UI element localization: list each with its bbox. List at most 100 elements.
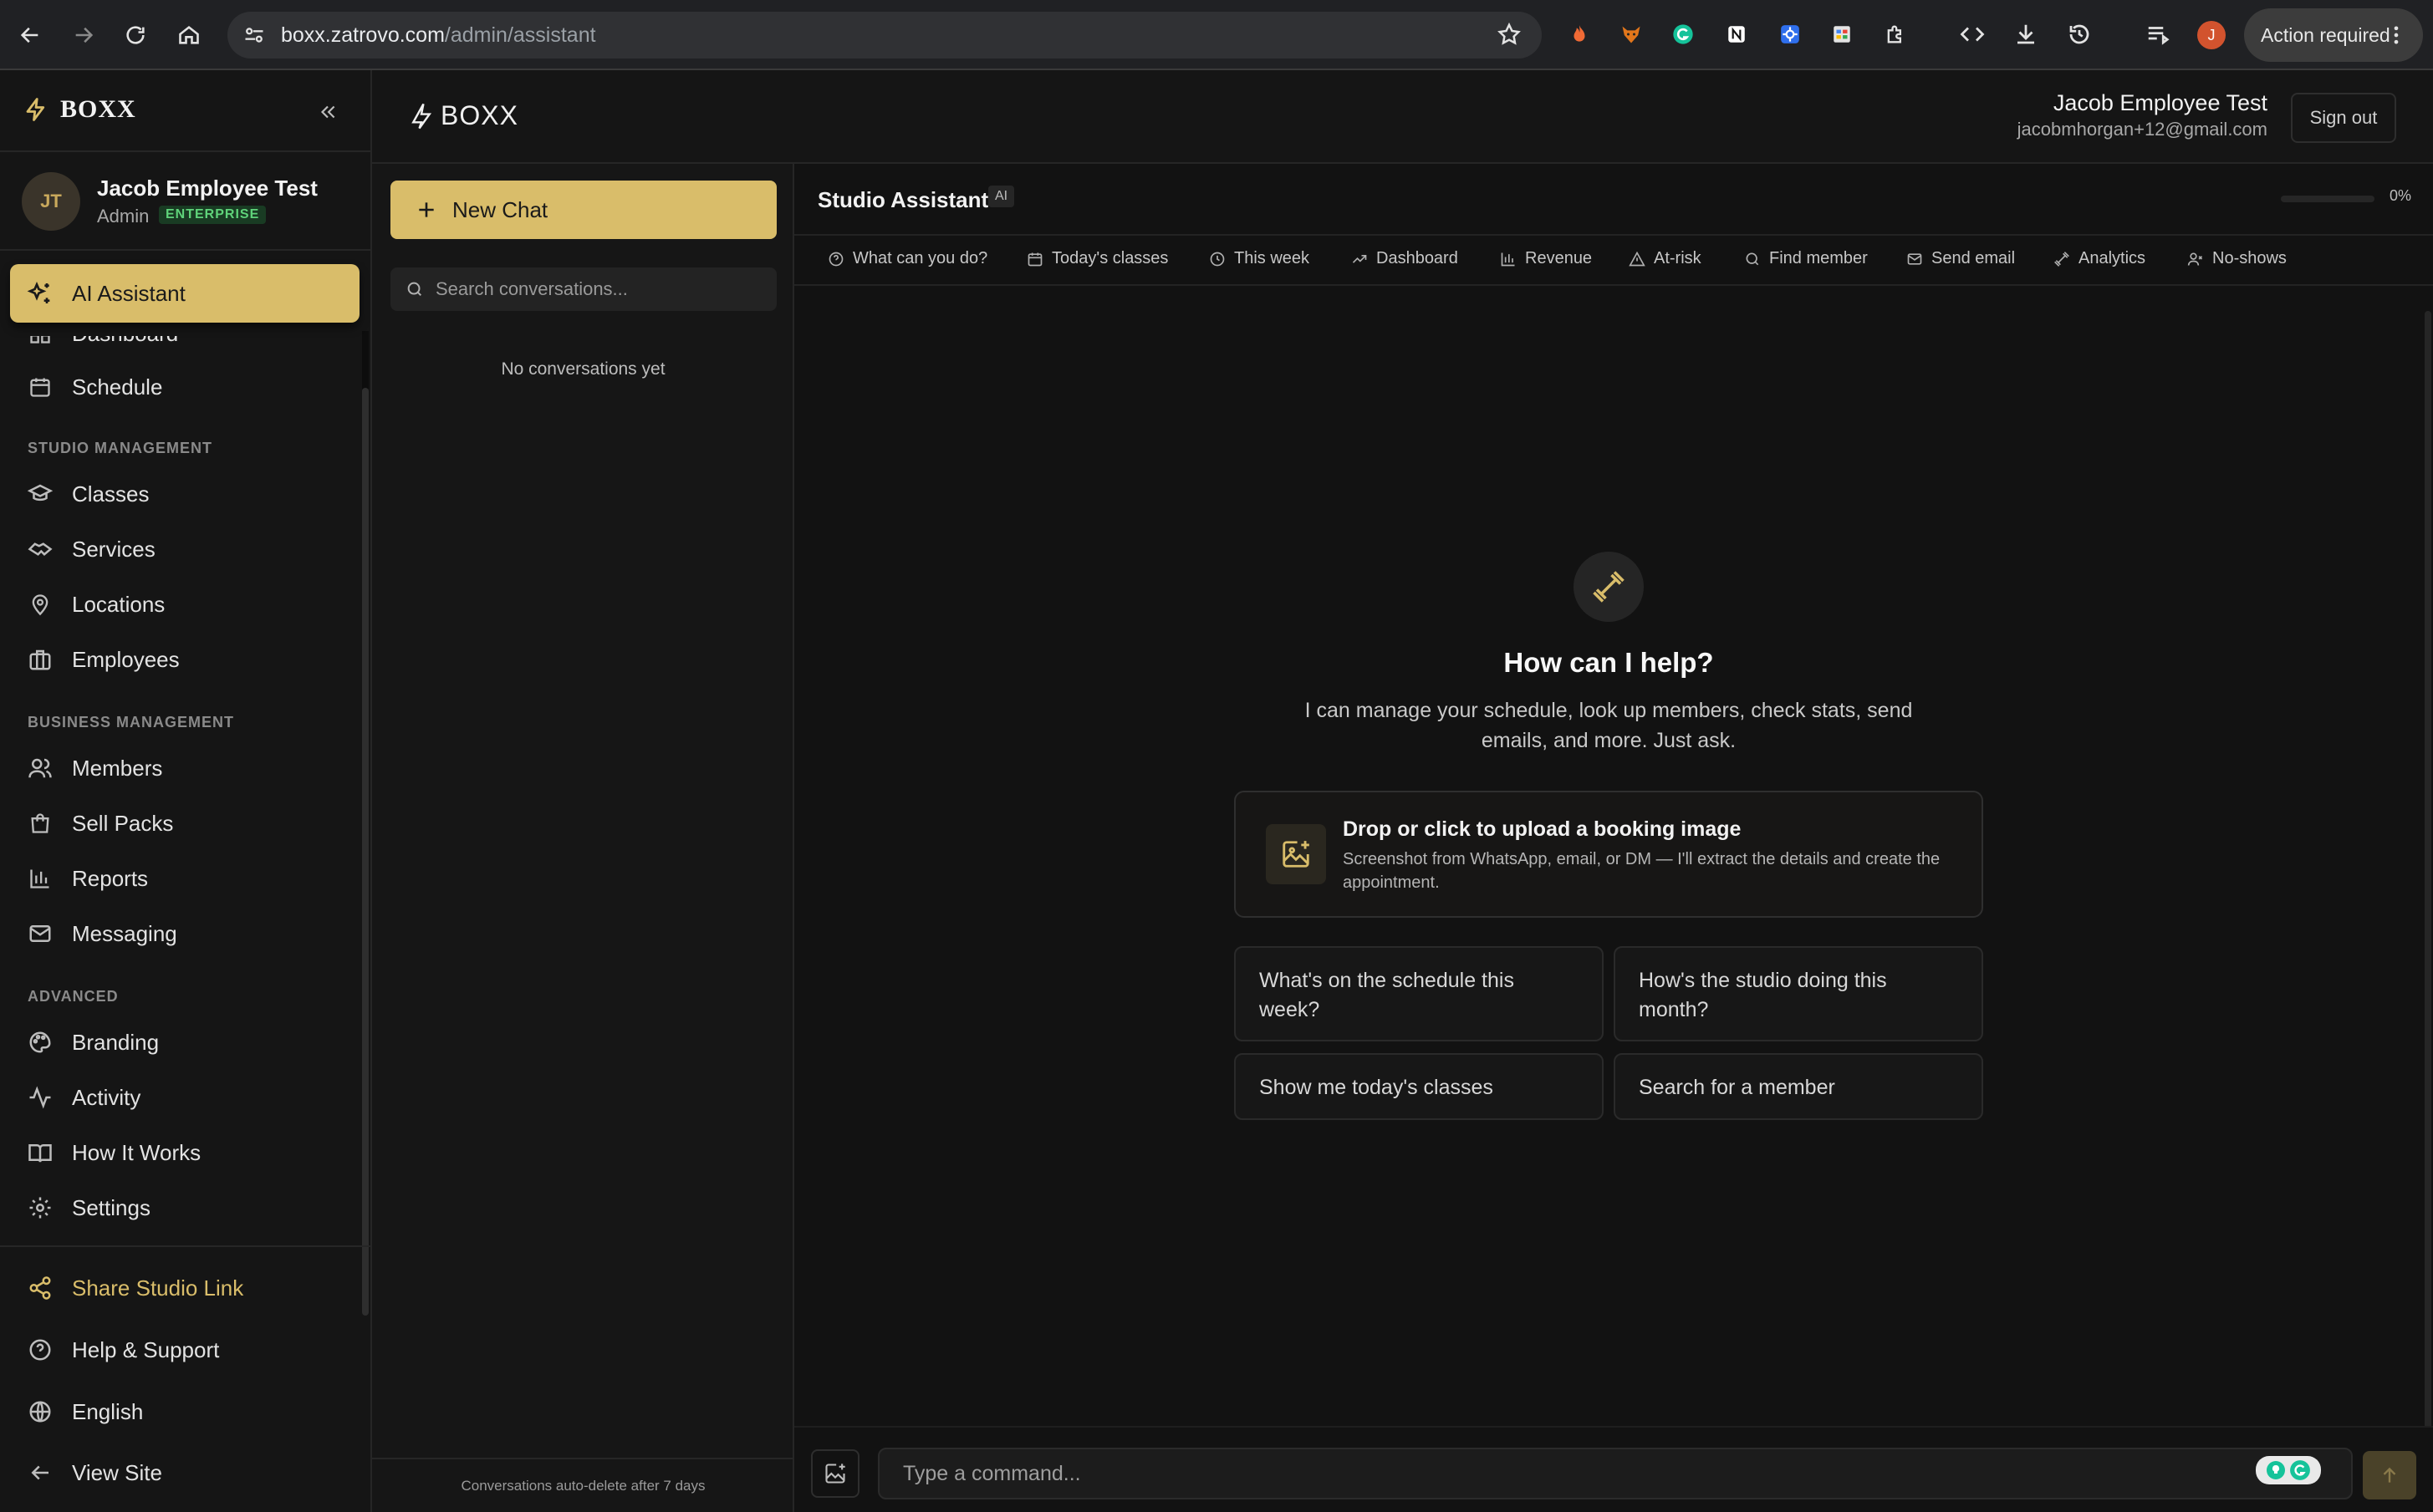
more-vertical-icon	[2385, 23, 2408, 47]
sidebar-item-branding[interactable]: Branding	[27, 1021, 159, 1063]
sidebar-item-label: Employees	[72, 646, 180, 672]
share-studio-link[interactable]: Share Studio Link	[27, 1267, 243, 1309]
quick-action-no-shows[interactable]: No-shows	[2187, 249, 2287, 268]
send-button[interactable]	[2363, 1451, 2416, 1499]
language-selector[interactable]: English	[27, 1391, 143, 1433]
sign-out-button[interactable]: Sign out	[2291, 93, 2396, 143]
bar-chart-icon	[1500, 251, 1517, 267]
site-settings-icon[interactable]	[242, 23, 266, 47]
search-icon	[406, 280, 424, 298]
book-open-icon	[27, 1140, 54, 1165]
extension-notion-icon[interactable]	[1722, 20, 1751, 48]
user-role: Admin	[97, 206, 150, 227]
back-button[interactable]	[10, 15, 50, 55]
sidebar-item-how-it-works[interactable]: How It Works	[27, 1132, 201, 1173]
history-icon[interactable]	[2065, 20, 2094, 48]
quick-action-at-risk[interactable]: At-risk	[1629, 249, 1701, 268]
suggestion-button[interactable]: Search for a member	[1614, 1053, 1983, 1120]
forward-button[interactable]	[64, 15, 104, 55]
reading-list-icon[interactable]	[2144, 20, 2172, 48]
sidebar-item-label: Locations	[72, 591, 166, 617]
composer	[794, 1426, 2433, 1512]
quick-action-what-can-you-do[interactable]: What can you do?	[828, 249, 987, 268]
avatar: JT	[22, 172, 80, 231]
share-icon	[27, 1275, 54, 1301]
suggestion-button[interactable]: Show me today's classes	[1234, 1053, 1604, 1120]
quick-action-analytics[interactable]: Analytics	[2053, 249, 2145, 268]
sidebar-item-classes[interactable]: Classes	[27, 473, 149, 515]
new-chat-button[interactable]: New Chat	[390, 181, 777, 239]
sidebar-item-activity[interactable]: Activity	[27, 1077, 140, 1118]
extension-blue-icon[interactable]	[1776, 20, 1804, 48]
sidebar-item-employees[interactable]: Employees	[27, 639, 180, 680]
search-input[interactable]	[436, 278, 770, 300]
sidebar-scrollbar[interactable]	[362, 388, 369, 1316]
sidebar-item-messaging[interactable]: Messaging	[27, 913, 177, 955]
conversations-panel: New Chat No conversations yet Conversati…	[372, 164, 794, 1512]
view-site-link[interactable]: View Site	[27, 1452, 162, 1494]
extension-fox-icon[interactable]	[1617, 20, 1645, 48]
suggestion-button[interactable]: What's on the schedule this week?	[1234, 946, 1604, 1041]
logo-mark-icon	[409, 102, 434, 130]
quick-action-todays-classes[interactable]: Today's classes	[1027, 249, 1168, 268]
sidebar-item-ai-assistant[interactable]: AI Assistant	[10, 264, 360, 323]
shopping-bag-icon	[27, 812, 54, 835]
sidebar-item-schedule[interactable]: Schedule	[27, 366, 162, 408]
quick-action-dashboard[interactable]: Dashboard	[1351, 249, 1458, 268]
browser-toolbar: boxx.zatrovo.com/admin/assistant J Actio…	[0, 0, 2433, 70]
attach-image-button[interactable]	[811, 1449, 859, 1498]
quick-actions-bar: What can you do? Today's classes This we…	[794, 234, 2433, 286]
page-title: Studio Assistant	[818, 187, 989, 212]
download-icon[interactable]	[2012, 20, 2040, 48]
sidebar-item-sell-packs[interactable]: Sell Packs	[27, 802, 173, 844]
chat-scrollbar[interactable]	[2425, 311, 2431, 1431]
extension-grammarly-icon[interactable]	[1669, 20, 1697, 48]
sidebar-item-members[interactable]: Members	[27, 747, 162, 789]
quick-action-send-email[interactable]: Send email	[1906, 249, 2015, 268]
dumbbell-icon	[1591, 569, 1626, 604]
grammarly-badge[interactable]	[2256, 1456, 2321, 1484]
home-button[interactable]	[169, 15, 209, 55]
header-user-email: jacobmhorgan+12@gmail.com	[2017, 119, 2267, 140]
conversation-search[interactable]	[390, 267, 777, 311]
image-plus-icon	[1266, 824, 1326, 884]
usage-progress-bar	[2281, 196, 2374, 202]
bolt-icon	[23, 97, 48, 122]
help-description: I can manage your schedule, look up memb…	[1304, 699, 1913, 752]
quick-action-label: No-shows	[2212, 249, 2287, 267]
help-support-link[interactable]: Help & Support	[27, 1329, 219, 1371]
command-input[interactable]	[878, 1448, 2353, 1499]
collapse-sidebar-button[interactable]	[311, 95, 344, 129]
quick-action-label: At-risk	[1654, 249, 1701, 267]
header-user-name: Jacob Employee Test	[2053, 90, 2267, 115]
devtools-code-icon[interactable]	[1958, 20, 1987, 48]
quick-action-find-member[interactable]: Find member	[1744, 249, 1868, 268]
user-card[interactable]: JT Jacob Employee Test Admin ENTERPRISE	[22, 169, 356, 236]
handshake-icon	[27, 537, 54, 562]
briefcase-icon	[27, 647, 54, 672]
sidebar-item-settings[interactable]: Settings	[27, 1187, 150, 1229]
suggestion-button[interactable]: How's the studio doing this month?	[1614, 946, 1983, 1041]
booking-image-upload[interactable]: Drop or click to upload a booking image …	[1234, 791, 1983, 918]
mail-icon	[1906, 251, 1923, 267]
header-logo[interactable]: BOXX	[409, 100, 518, 131]
browser-profile-avatar[interactable]: J	[2197, 21, 2226, 49]
extension-sheets-icon[interactable]	[1828, 20, 1856, 48]
quick-action-this-week[interactable]: This week	[1209, 249, 1309, 268]
help-title: How can I help?	[1503, 647, 1714, 678]
calendar-icon	[27, 375, 54, 399]
bookmark-star-icon[interactable]	[1497, 22, 1522, 47]
url-path: /admin/assistant	[444, 23, 596, 47]
gear-icon	[27, 1195, 54, 1220]
sidebar-item-services[interactable]: Services	[27, 528, 156, 570]
action-required-button[interactable]: Action required	[2244, 8, 2423, 62]
sidebar-item-reports[interactable]: Reports	[27, 858, 148, 899]
extensions-puzzle-icon[interactable]	[1881, 20, 1910, 48]
reload-button[interactable]	[115, 15, 156, 55]
quick-action-revenue[interactable]: Revenue	[1500, 249, 1592, 268]
quick-action-label: Find member	[1769, 249, 1868, 267]
sidebar-item-locations[interactable]: Locations	[27, 583, 165, 625]
address-bar[interactable]: boxx.zatrovo.com/admin/assistant	[227, 12, 1542, 59]
extension-fire-icon[interactable]	[1565, 20, 1594, 48]
sidebar-brand[interactable]: BOXX	[23, 95, 136, 124]
